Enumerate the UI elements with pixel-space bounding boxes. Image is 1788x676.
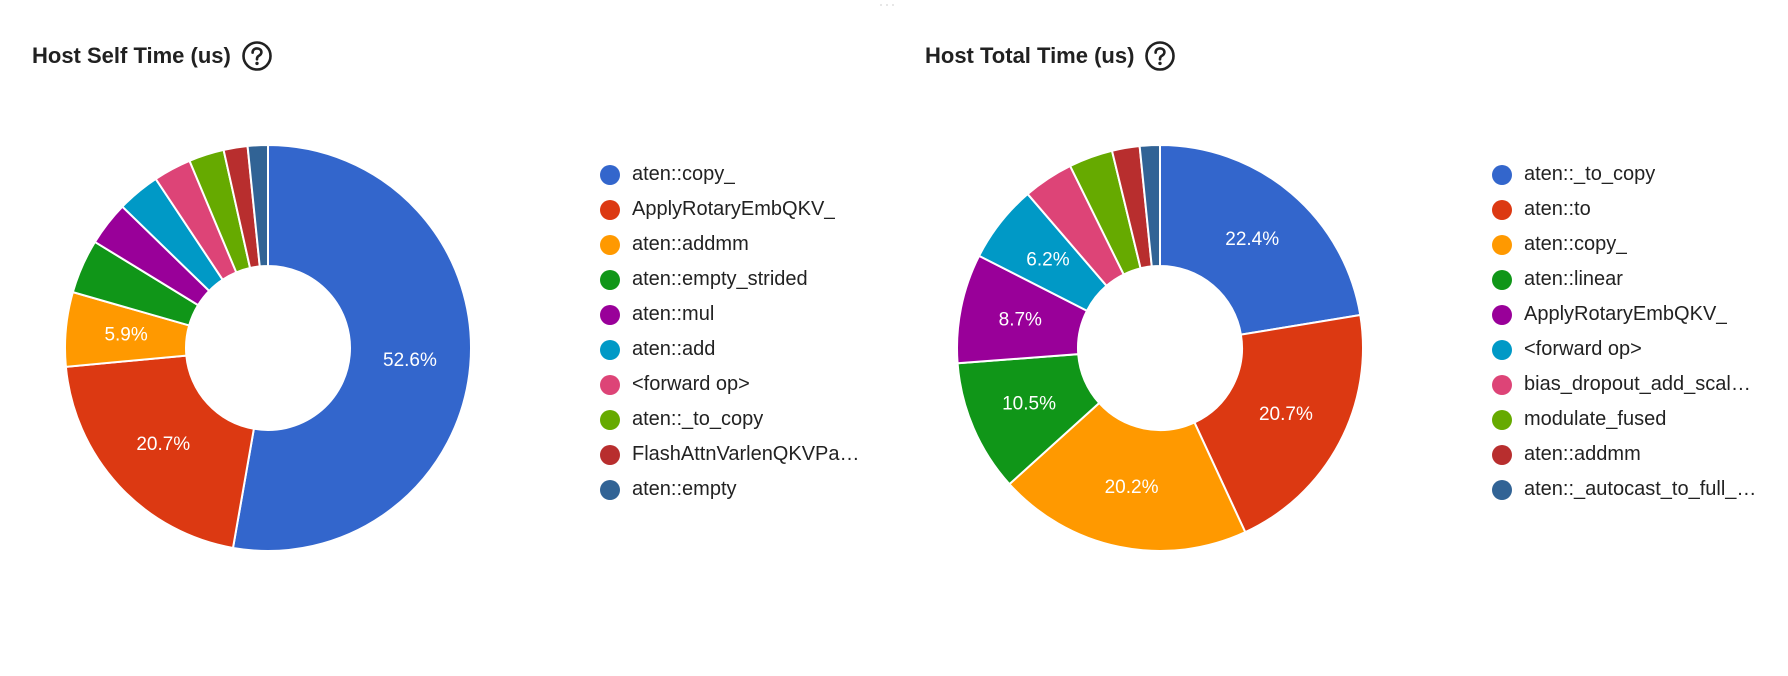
slice-data-label: 20.7% [136,434,190,455]
host-self-time-legend: aten::copy_ApplyRotaryEmbQKV_aten::addmm… [600,157,890,507]
legend-swatch [600,444,620,465]
legend-label: aten::add [632,338,716,360]
host-total-time-donut-chart[interactable]: 22.4% 20.7% 20.2% 10.5% 8.7% 6.2% [892,0,1472,676]
legend-swatch [1492,479,1512,500]
legend-item[interactable]: ApplyRotaryEmbQKV_ [600,192,890,227]
legend-swatch [1492,199,1512,220]
slice-data-label: 5.9% [104,324,147,345]
legend-label: <forward op> [1524,338,1642,360]
legend-label: aten::linear [1524,268,1623,290]
legend-swatch [1492,234,1512,255]
legend-item[interactable]: aten::copy_ [1492,227,1782,262]
slice-data-label: 52.6% [383,350,437,371]
legend-label: aten::empty_strided [632,268,808,290]
legend-label: bias_dropout_add_scal… [1524,373,1751,395]
legend-label: FlashAttnVarlenQKVPa… [632,443,860,465]
legend-item[interactable]: aten::copy_ [600,157,890,192]
legend-item[interactable]: <forward op> [1492,332,1782,367]
legend-swatch [600,374,620,395]
legend-label: aten::copy_ [632,163,736,185]
legend-swatch [1492,444,1512,465]
legend-label: aten::to [1524,198,1591,220]
legend-label: ApplyRotaryEmbQKV_ [632,198,836,220]
legend-swatch [1492,164,1512,185]
legend-item[interactable]: aten::empty [600,472,890,507]
legend-label: aten::_to_copy [1524,163,1656,185]
legend-item[interactable]: aten::add [600,332,890,367]
legend-label: aten::_to_copy [632,408,764,430]
host-self-time-donut-chart[interactable]: 52.6% 20.7% 5.9% [0,0,580,676]
slice-data-label: 6.2% [1026,249,1069,270]
slice-data-label: 22.4% [1225,229,1279,250]
legend-item[interactable]: modulate_fused [1492,402,1782,437]
legend-label: aten::addmm [1524,443,1641,465]
slice-data-label: 8.7% [999,309,1042,330]
host-total-time-panel: Host Total Time (us) 22.4% 20.7% 20.2% 10.5… [892,0,1782,676]
slice-data-label: 10.5% [1002,394,1056,415]
legend-swatch [1492,409,1512,430]
legend-item[interactable]: aten::_to_copy [1492,157,1782,192]
legend-item[interactable]: aten::mul [600,297,890,332]
legend-item[interactable]: aten::_to_copy [600,402,890,437]
legend-swatch [1492,374,1512,395]
legend-label: ApplyRotaryEmbQKV_ [1524,303,1728,325]
legend-item[interactable]: aten::to [1492,192,1782,227]
legend-item[interactable]: aten::_autocast_to_full_… [1492,472,1782,507]
legend-item[interactable]: aten::addmm [600,227,890,262]
legend-item[interactable]: bias_dropout_add_scal… [1492,367,1782,402]
legend-swatch [600,304,620,325]
legend-item[interactable]: <forward op> [600,367,890,402]
legend-label: aten::copy_ [1524,233,1628,255]
legend-label: aten::mul [632,303,715,325]
legend-label: modulate_fused [1524,408,1667,430]
legend-label: <forward op> [632,373,750,395]
legend-item[interactable]: FlashAttnVarlenQKVPa… [600,437,890,472]
slice-data-label: 20.2% [1105,477,1159,498]
legend-item[interactable]: aten::empty_strided [600,262,890,297]
legend-item[interactable]: aten::addmm [1492,437,1782,472]
legend-item[interactable]: ApplyRotaryEmbQKV_ [1492,297,1782,332]
legend-swatch [600,409,620,430]
legend-label: aten::_autocast_to_full_… [1524,478,1757,500]
legend-swatch [600,199,620,220]
legend-swatch [600,269,620,290]
legend-swatch [600,339,620,360]
legend-swatch [1492,339,1512,360]
legend-swatch [600,164,620,185]
legend-label: aten::addmm [632,233,749,255]
legend-swatch [1492,269,1512,290]
legend-swatch [600,479,620,500]
host-total-time-legend: aten::_to_copyaten::toaten::copy_aten::l… [1492,157,1782,507]
legend-item[interactable]: aten::linear [1492,262,1782,297]
legend-label: aten::empty [632,478,737,500]
legend-swatch [600,234,620,255]
profiler-charts-page: Host Self Time (us) 52.6% 20.7% 5.9% aten:… [0,0,1788,676]
legend-swatch [1492,304,1512,325]
slice-data-label: 20.7% [1259,404,1313,425]
host-self-time-panel: Host Self Time (us) 52.6% 20.7% 5.9% aten:… [0,0,890,676]
